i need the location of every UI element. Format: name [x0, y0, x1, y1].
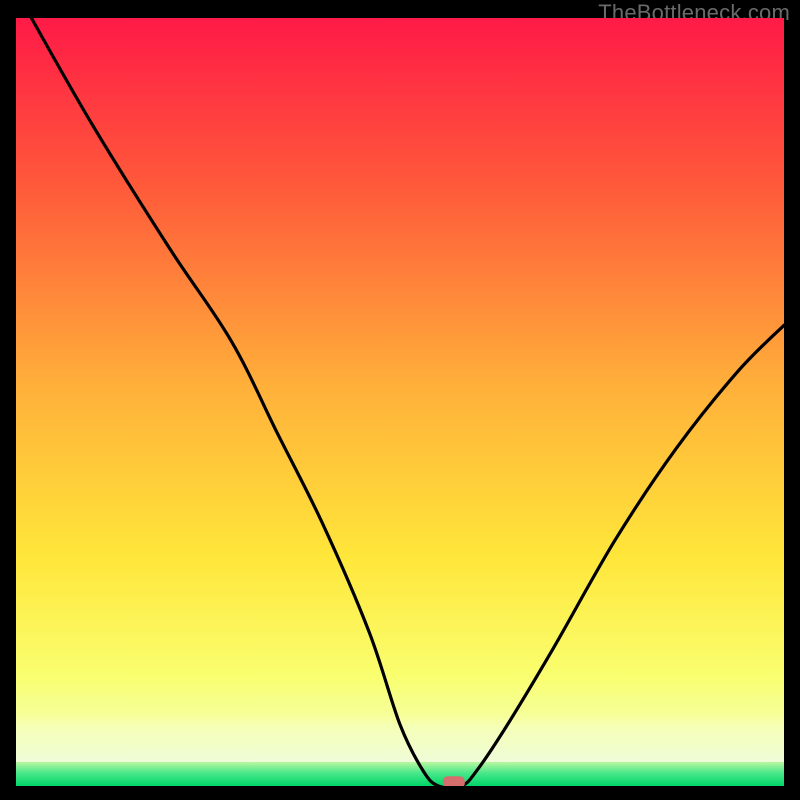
- chart-svg: [16, 18, 784, 786]
- gradient-background: [16, 18, 784, 786]
- pale-band: [16, 702, 784, 762]
- minimum-marker: [443, 776, 465, 786]
- plot-area: [16, 18, 784, 786]
- green-band: [16, 762, 784, 786]
- chart-stage: TheBottleneck.com: [0, 0, 800, 800]
